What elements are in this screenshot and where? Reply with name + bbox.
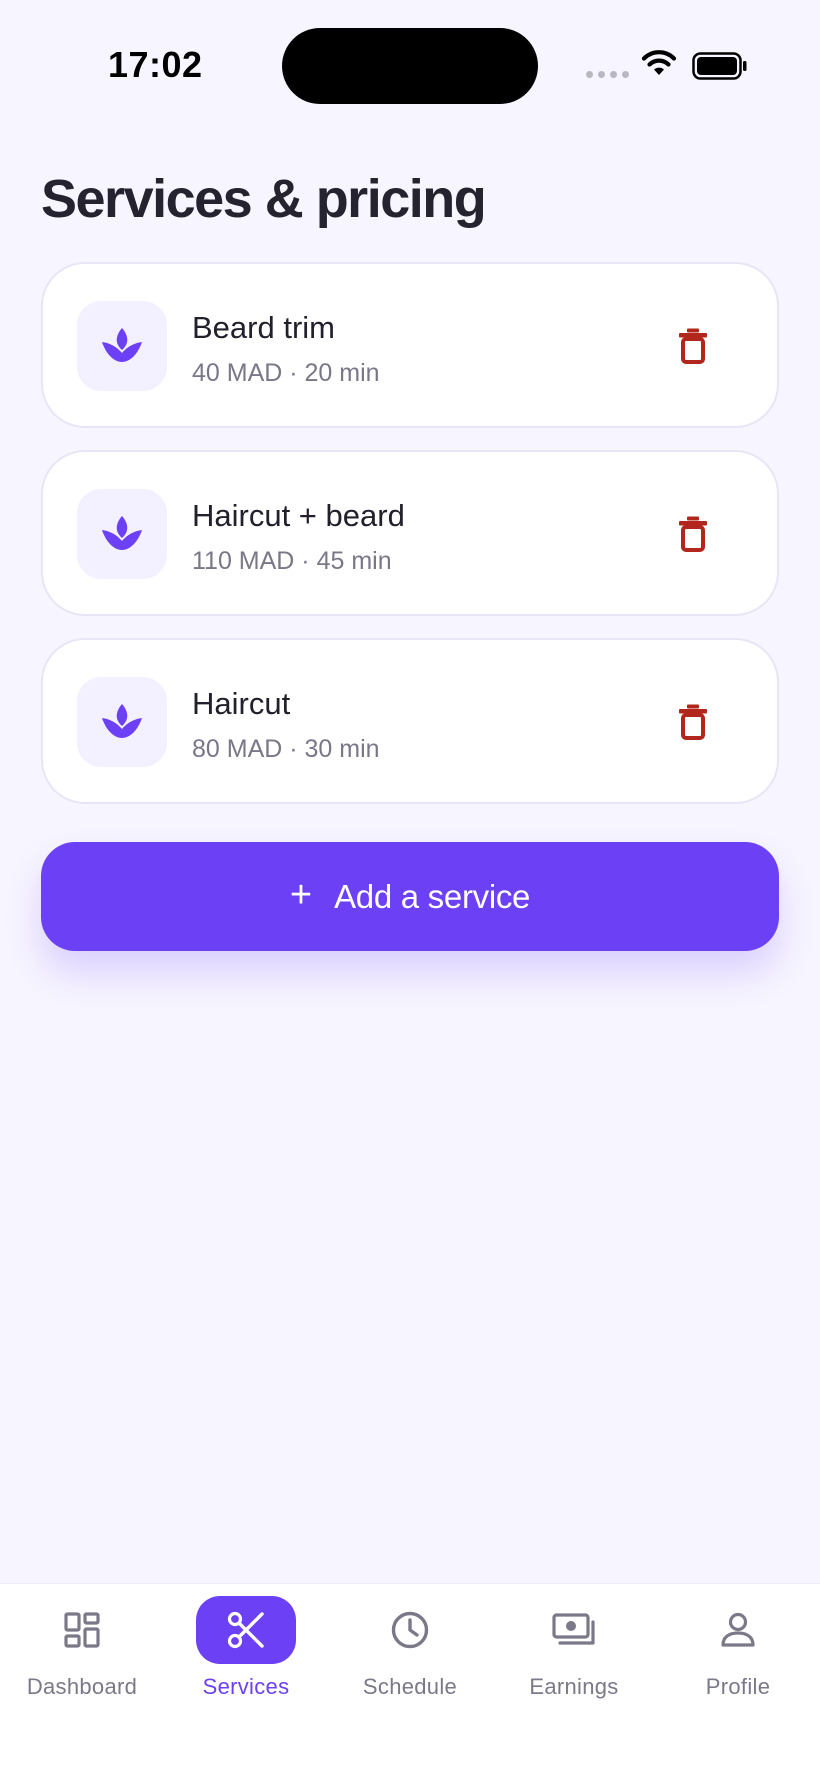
trash-icon [679,516,707,552]
service-name: Haircut + beard [192,498,405,533]
clock-icon [391,1611,429,1649]
service-icon-container [77,301,167,391]
service-icon-container [77,489,167,579]
nav-label-dashboard: Dashboard [26,1674,138,1699]
service-card[interactable]: Haircut + beard 110 MAD · 45 min [41,450,779,616]
plus-icon: + [289,873,313,916]
delete-service-button[interactable] [663,692,723,752]
page-title: Services & pricing [41,169,487,229]
add-service-label: Add a service [334,877,531,915]
service-name: Haircut [192,686,291,721]
bottom-nav: Dashboard Services Schedule Earnings Pro… [0,1583,820,1782]
nav-item-schedule[interactable]: Schedule [328,1584,492,1724]
nav-label-profile: Profile [705,1674,771,1699]
wifi-icon [641,50,677,75]
battery-icon [692,52,747,80]
service-price-duration: 40 MAD · 20 min [192,359,380,387]
cellular-signal-icon [586,71,629,78]
scissors-icon [227,1611,264,1649]
trash-icon [679,328,707,364]
nav-item-profile[interactable]: Profile [656,1584,820,1724]
nav-label-schedule: Schedule [362,1674,458,1699]
service-card[interactable]: Haircut 80 MAD · 30 min [41,638,779,804]
add-service-button[interactable]: + Add a service [41,842,779,951]
nav-item-services[interactable]: Services [164,1584,328,1724]
dynamic-island [282,28,538,104]
service-card[interactable]: Beard trim 40 MAD · 20 min [41,262,779,428]
trash-icon [679,704,707,740]
service-icon-container [77,677,167,767]
dashboard-grid-icon [64,1612,100,1648]
nav-item-earnings[interactable]: Earnings [492,1584,656,1724]
service-price-duration: 110 MAD · 45 min [192,547,392,575]
nav-item-dashboard[interactable]: Dashboard [0,1584,164,1724]
delete-service-button[interactable] [663,504,723,564]
nav-label-services: Services [202,1674,290,1699]
nav-label-earnings: Earnings [529,1674,619,1699]
service-price-duration: 80 MAD · 30 min [192,735,380,763]
service-list: Beard trim 40 MAD · 20 min Haircut + bea… [41,262,779,826]
lotus-icon [102,328,142,362]
lotus-icon [102,516,142,550]
service-name: Beard trim [192,310,335,345]
cash-icon [552,1613,595,1645]
status-bar: 17:02 [0,0,820,120]
status-time: 17:02 [108,44,203,85]
person-icon [721,1612,755,1647]
delete-service-button[interactable] [663,316,723,376]
lotus-icon [102,704,142,738]
